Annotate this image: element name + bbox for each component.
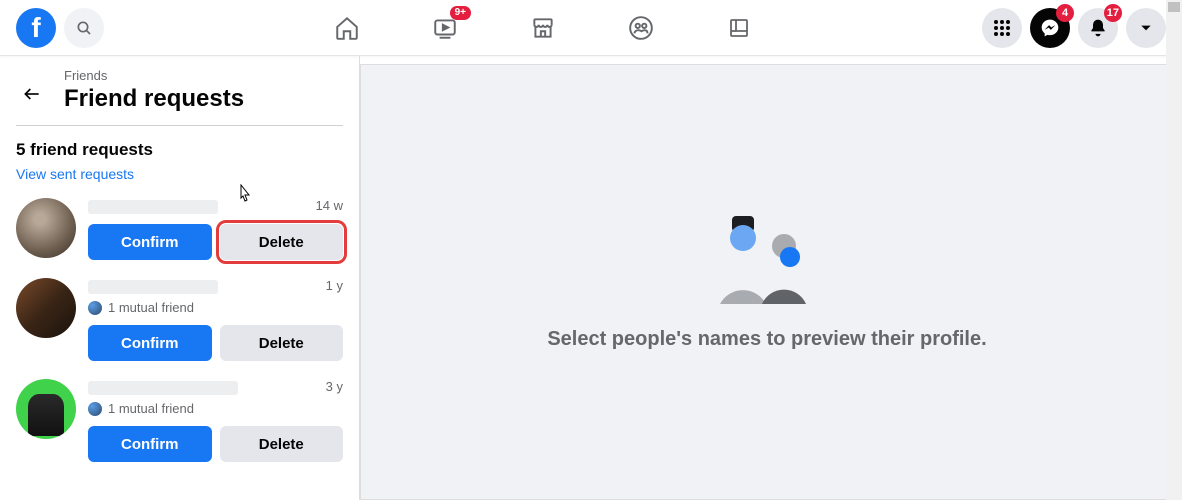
friend-request-item[interactable]: 1 y 1 mutual friend Confirm Delete — [16, 278, 343, 361]
request-name-redacted — [88, 280, 218, 294]
topbar-left: f — [16, 8, 104, 48]
topbar-right: 4 17 — [982, 8, 1166, 48]
mutual-avatar-icon — [88, 301, 102, 315]
notifications-badge: 17 — [1104, 4, 1122, 22]
delete-button[interactable]: Delete — [220, 325, 344, 361]
friend-request-item[interactable]: 14 w Confirm Delete — [16, 198, 343, 260]
mutual-friends[interactable]: 1 mutual friend — [88, 401, 343, 416]
mutual-friends-label: 1 mutual friend — [108, 401, 194, 416]
watch-badge: 9+ — [450, 6, 471, 20]
facebook-logo[interactable]: f — [16, 8, 56, 48]
main-area: Friends Friend requests 5 friend request… — [0, 56, 1182, 500]
avatar[interactable] — [16, 379, 76, 439]
menu-grid-icon — [993, 19, 1011, 37]
account-button[interactable] — [1126, 8, 1166, 48]
sidebar-header: Friends Friend requests — [16, 68, 343, 126]
mutual-friends-label: 1 mutual friend — [108, 300, 194, 315]
topbar-center: 9+ — [333, 14, 753, 42]
search-button[interactable] — [64, 8, 104, 48]
menu-button[interactable] — [982, 8, 1022, 48]
nav-home[interactable] — [333, 14, 361, 42]
request-count-label: 5 friend requests — [16, 140, 343, 160]
request-time: 1 y — [326, 278, 343, 293]
request-name-redacted — [88, 381, 238, 395]
messenger-icon — [1040, 18, 1060, 38]
page-title: Friend requests — [64, 85, 244, 113]
messenger-badge: 4 — [1056, 4, 1074, 22]
home-icon — [334, 15, 360, 41]
back-button[interactable] — [16, 78, 48, 110]
avatar[interactable] — [16, 198, 76, 258]
gaming-icon — [727, 16, 751, 40]
marketplace-icon — [530, 15, 556, 41]
delete-button[interactable]: Delete — [220, 224, 344, 260]
chevron-down-icon — [1139, 21, 1153, 35]
top-bar: f 9+ 4 17 — [0, 0, 1182, 56]
search-icon — [76, 20, 92, 36]
confirm-button[interactable]: Confirm — [88, 325, 212, 361]
confirm-button[interactable]: Confirm — [88, 426, 212, 462]
breadcrumb[interactable]: Friends — [64, 68, 244, 83]
empty-people-illustration — [712, 214, 822, 304]
notifications-button[interactable]: 17 — [1078, 8, 1118, 48]
delete-button[interactable]: Delete — [220, 426, 344, 462]
request-time: 14 w — [316, 198, 343, 213]
friend-request-item[interactable]: 3 y 1 mutual friend Confirm Delete — [16, 379, 343, 462]
request-name-redacted — [88, 200, 218, 214]
sidebar-subheader: 5 friend requests View sent requests — [16, 140, 343, 184]
arrow-left-icon — [22, 84, 42, 104]
request-list: 14 w Confirm Delete 1 y — [16, 198, 343, 462]
empty-state-text: Select people's names to preview their p… — [547, 328, 986, 351]
messenger-button[interactable]: 4 — [1030, 8, 1070, 48]
scrollbar-thumb[interactable] — [1168, 2, 1180, 12]
nav-marketplace[interactable] — [529, 14, 557, 42]
avatar[interactable] — [16, 278, 76, 338]
bell-icon — [1088, 18, 1108, 38]
request-time: 3 y — [326, 379, 343, 394]
nav-groups[interactable] — [627, 14, 655, 42]
content-area: Select people's names to preview their p… — [360, 64, 1174, 500]
confirm-button[interactable]: Confirm — [88, 224, 212, 260]
view-sent-requests-link[interactable]: View sent requests — [16, 166, 134, 182]
mutual-friends[interactable]: 1 mutual friend — [88, 300, 343, 315]
groups-icon — [628, 15, 654, 41]
mutual-avatar-icon — [88, 402, 102, 416]
nav-gaming[interactable] — [725, 14, 753, 42]
nav-watch[interactable]: 9+ — [431, 14, 459, 42]
sidebar: Friends Friend requests 5 friend request… — [0, 56, 360, 500]
scrollbar-track[interactable] — [1166, 0, 1182, 500]
